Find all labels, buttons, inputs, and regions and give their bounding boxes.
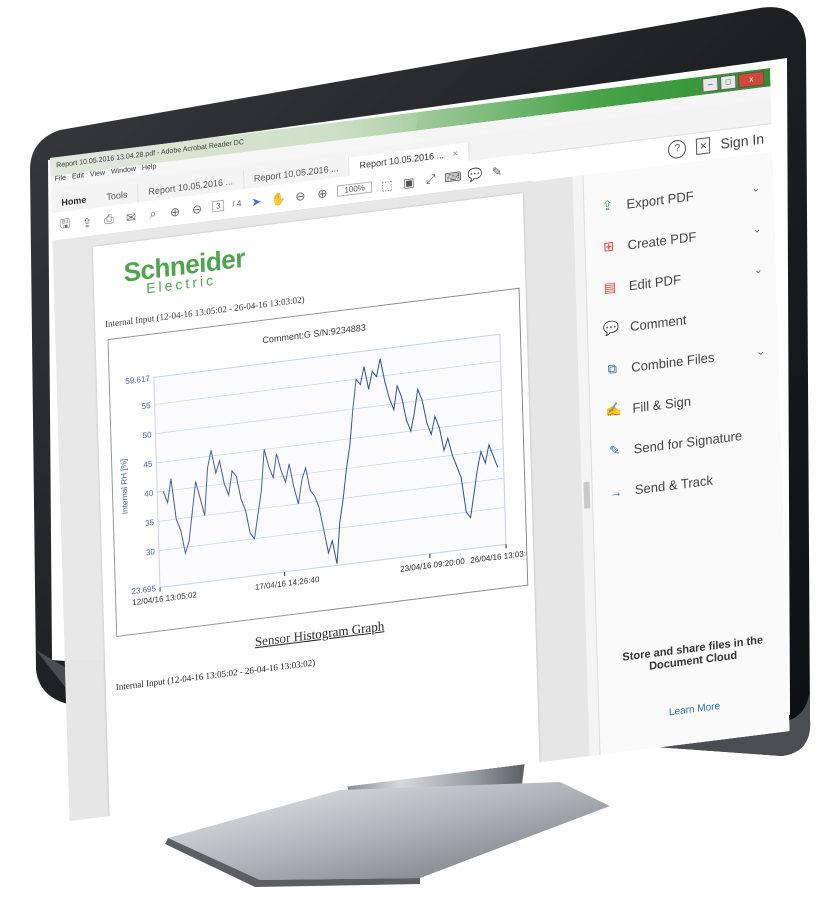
rh-line-chart: Comment:G S/N:923488359.6175550454035302… — [107, 287, 529, 638]
upload-icon[interactable]: ⇪ — [80, 214, 94, 231]
help-icon[interactable]: ? — [668, 138, 687, 160]
chevron-down-icon[interactable]: ⌄ — [751, 180, 761, 194]
comment-icon: 💬 — [602, 319, 620, 337]
y-tick-label: 50 — [142, 430, 152, 440]
page-total: / 4 — [232, 198, 242, 209]
y-tick-label: 40 — [144, 489, 154, 499]
y-tick-label: 45 — [143, 459, 153, 469]
schneider-logo: Schneider Electric — [123, 242, 245, 299]
tool-edit-pdf[interactable]: ▤ Edit PDF ⌄ — [601, 256, 772, 300]
mail-icon[interactable]: ✉ — [124, 209, 138, 225]
tool-label: Send & Track — [634, 471, 714, 497]
y-tick-label: 30 — [146, 547, 156, 557]
tool-combine-files[interactable]: ⧉ Combine Files ⌄ — [603, 338, 774, 382]
scene: Report 10.05.2016 13.04.28.pdf - Adobe A… — [0, 0, 825, 897]
save-icon[interactable]: 🖫 — [58, 216, 72, 233]
close-tab-icon[interactable]: × — [452, 148, 458, 159]
report-subtitle-2: Internal Input (12-04-16 13:05:02 - 26-0… — [115, 657, 316, 693]
create-pdf-icon: ⊞ — [602, 238, 615, 255]
tool-label: Send for Signature — [633, 427, 743, 457]
histogram-title: Sensor Histogram Graph — [254, 617, 385, 650]
sign-in-link[interactable]: Sign In — [720, 130, 764, 152]
chevron-down-icon[interactable]: ⌄ — [756, 343, 766, 358]
combine-files-icon: ⧉ — [607, 360, 618, 377]
tool-comment[interactable]: 💬 Comment — [602, 297, 773, 341]
page-down-icon[interactable]: ⊖ — [190, 201, 204, 217]
keyboard-icon[interactable]: ⌨ — [444, 169, 462, 185]
pdf-page: Schneider Electric Internal Input (12-04… — [92, 193, 540, 821]
maximize-button[interactable]: □ — [720, 74, 737, 91]
tool-fill-sign[interactable]: ✍ Fill & Sign — [604, 379, 775, 423]
page-up-icon[interactable]: ⊕ — [168, 203, 182, 220]
pen-icon[interactable]: ✎ — [490, 163, 504, 179]
learn-more-link[interactable]: Learn More — [609, 693, 779, 725]
minimize-button[interactable]: – — [702, 76, 719, 93]
zoom-select[interactable]: 100% — [337, 181, 373, 197]
tool-export-pdf[interactable]: ⇪ Export PDF ⌄ — [598, 175, 769, 219]
print-icon[interactable]: ⎙ — [102, 211, 116, 228]
tool-send-track[interactable]: → Send & Track — [607, 460, 778, 504]
export-pdf-icon: ⇪ — [601, 197, 614, 214]
send-signature-icon: ✎ — [608, 442, 621, 459]
edit-pdf-icon: ▤ — [603, 278, 617, 296]
tool-label: Combine Files — [631, 348, 715, 375]
tool-label: Create PDF — [627, 228, 697, 253]
page-number-input[interactable]: 3 — [211, 199, 225, 213]
chevron-down-icon[interactable]: ⌄ — [752, 221, 762, 235]
comment-tool-icon[interactable]: 💬 — [467, 166, 482, 182]
y-axis-label: Internal RH [%] — [119, 458, 130, 514]
y-tick-label: 35 — [145, 518, 155, 528]
scrollbar-thumb[interactable] — [583, 481, 591, 509]
document-area: Schneider Electric Internal Input (12-04… — [52, 174, 610, 821]
select-cursor-icon[interactable]: ➤ — [249, 193, 263, 210]
search-icon[interactable]: ⌕ — [146, 206, 160, 222]
zoom-out-icon[interactable]: ⊖ — [293, 188, 307, 204]
document-cloud-text: Store and share files in the Document Cl… — [622, 634, 764, 673]
zoom-in-icon[interactable]: ⊕ — [315, 185, 329, 201]
tool-send-for-signature[interactable]: ✎ Send for Signature — [605, 420, 776, 464]
full-screen-icon[interactable]: ⤢ — [424, 171, 438, 187]
tool-label: Comment — [629, 311, 687, 334]
tool-label: Fill & Sign — [632, 392, 692, 416]
fit-page-icon[interactable]: ⬚ — [380, 177, 394, 193]
chevron-down-icon[interactable]: ⌄ — [753, 262, 763, 276]
acrobat-window: Report 10.05.2016 13.04.28.pdf - Adobe A… — [50, 68, 790, 821]
fit-width-icon[interactable]: ▣ — [402, 174, 416, 190]
fill-sign-icon: ✍ — [605, 400, 622, 419]
tool-label: Export PDF — [626, 187, 694, 212]
notifications-icon[interactable]: ✕ — [696, 136, 711, 155]
y-tick-label: 55 — [142, 401, 152, 411]
tools-pane: Store and share files in the Document Cl… — [582, 151, 790, 767]
tool-label: Edit PDF — [628, 271, 682, 293]
tool-create-pdf[interactable]: ⊞ Create PDF ⌄ — [599, 216, 770, 260]
hand-icon[interactable]: ✋ — [271, 190, 286, 206]
send-track-icon: → — [609, 483, 623, 501]
close-window-button[interactable]: x — [738, 70, 765, 89]
